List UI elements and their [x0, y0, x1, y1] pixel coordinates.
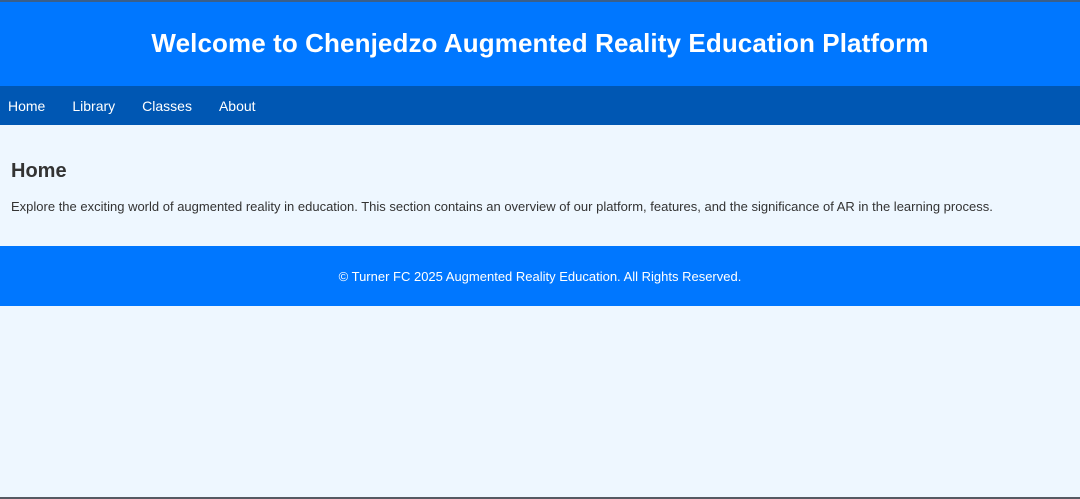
- page-title: Welcome to Chenjedzo Augmented Reality E…: [151, 27, 929, 58]
- main-navigation: Home Library Classes About: [0, 86, 1080, 125]
- window-top-border: [0, 0, 1080, 2]
- section-heading: Home: [11, 160, 67, 182]
- site-header: Welcome to Chenjedzo Augmented Reality E…: [0, 0, 1080, 86]
- nav-link-about[interactable]: About: [219, 98, 256, 114]
- nav-link-classes[interactable]: Classes: [142, 98, 192, 114]
- nav-link-library[interactable]: Library: [72, 98, 115, 114]
- site-footer: © Turner FC 2025 Augmented Reality Educa…: [0, 246, 1080, 306]
- section-description: Explore the exciting world of augmented …: [11, 199, 993, 214]
- home-section: Home Explore the exciting world of augme…: [0, 125, 1080, 246]
- copyright-text: © Turner FC 2025 Augmented Reality Educa…: [338, 268, 742, 284]
- nav-link-home[interactable]: Home: [8, 98, 45, 114]
